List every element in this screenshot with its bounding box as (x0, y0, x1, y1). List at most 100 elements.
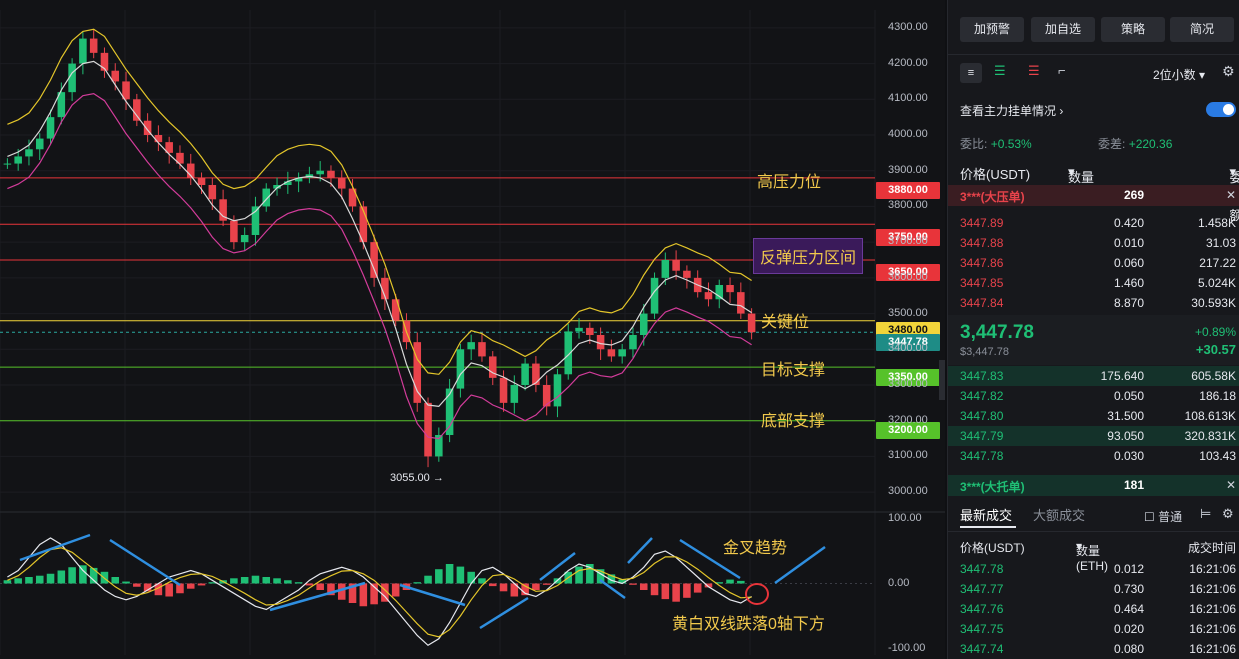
trades-col-time: 成交时间 (1187, 541, 1236, 555)
main-orders-toggle[interactable] (1206, 102, 1236, 117)
big-bid-row[interactable]: 3***(大托单) 181 ✕ (948, 475, 1239, 496)
settings-icon[interactable]: ⚙ (1222, 63, 1235, 80)
macd-tick-label: 100.00 (888, 511, 922, 524)
ask-price: 3447.86 (960, 256, 1004, 270)
big-ask-row[interactable]: 3***(大压单) 269 ✕ (948, 185, 1239, 206)
trade-row[interactable]: 3447.77 0.730 16:21:06 (948, 579, 1239, 599)
candle-body (553, 374, 562, 407)
macd-bar (68, 567, 76, 584)
ask-row[interactable]: 3447.84 8.870 30.593K (948, 293, 1239, 313)
upper-band (7, 28, 752, 375)
normal-checkbox[interactable]: ☐ 普通 (1144, 508, 1182, 525)
trade-row[interactable]: 3447.75 0.020 16:21:06 (948, 619, 1239, 639)
macd-bar (413, 582, 422, 584)
tab-latest-trades[interactable]: 最新成交 (960, 505, 1012, 524)
trade-row[interactable]: 3447.78 0.012 16:21:06 (948, 559, 1239, 579)
col-total[interactable]: 委托额 ▾ (1229, 164, 1239, 223)
last-price: 3,447.78 (960, 322, 1034, 343)
bid-row[interactable]: 3447.82 0.050 186.18 (948, 386, 1239, 406)
ask-price: 3447.85 (960, 276, 1004, 290)
macd-bar (661, 583, 670, 600)
resize-handle[interactable] (939, 360, 945, 400)
bid-row[interactable]: 3447.79 93.050 320.831K (948, 426, 1239, 446)
settings-icon[interactable]: ⚙ (1222, 506, 1234, 522)
trades-col-qty[interactable]: 数量(ETH) ▾ (1076, 539, 1108, 573)
ask-qty: 1.460 (1113, 276, 1144, 290)
ask-qty: 8.870 (1113, 296, 1144, 310)
candle-body (35, 138, 44, 150)
bid-row[interactable]: 3447.78 0.030 103.43 (948, 446, 1239, 466)
trade-qty: 0.020 (1113, 622, 1144, 636)
book-header: 价格(USDT) 数量 (ETH) ▾ 委托额 ▾ (948, 161, 1239, 223)
bid-row[interactable]: 3447.80 31.500 108.613K (948, 406, 1239, 426)
candle-body (532, 363, 540, 385)
candle-body (14, 156, 22, 164)
price-tick-label: 3200.00 (888, 413, 928, 426)
decimals-select[interactable]: 2位小数 ▾ (1153, 66, 1205, 83)
candle-body (510, 385, 519, 403)
layout-list-icon[interactable]: ☰ (994, 63, 1006, 79)
ask-row[interactable]: 3447.86 0.060 217.22 (948, 253, 1239, 273)
strategy-button[interactable]: 策略 (1101, 17, 1165, 42)
col-price: 价格(USDT) (960, 167, 1031, 182)
price-tick-label: 3500.00 (888, 306, 928, 319)
cross-marker-circle (745, 583, 769, 605)
candle-body (46, 117, 55, 139)
ask-row[interactable]: 3447.89 0.420 1.458K (948, 213, 1239, 233)
layout-asks-icon[interactable]: ☰ (1028, 63, 1040, 79)
lower-band (7, 92, 752, 440)
candle-body (737, 292, 745, 314)
price-tick-label: 3900.00 (888, 163, 928, 176)
low-marker: 3055.00 → (390, 472, 444, 484)
layout-both-icon[interactable]: ≡ (960, 63, 982, 83)
candle-body (586, 327, 594, 335)
divider (948, 54, 1239, 55)
bid-qty: 0.050 (1113, 389, 1144, 403)
candle-body (240, 235, 249, 243)
ask-row[interactable]: 3447.88 0.010 31.03 (948, 233, 1239, 253)
chart-area[interactable]: 高压力位 反弹压力区间 关键位 目标支撑 底部支撑 金叉趋势 黄白双线跌落0轴下… (0, 0, 945, 659)
change-pct: +0.89% (1194, 325, 1236, 339)
layout-bids-icon[interactable]: ⌐ (1058, 63, 1066, 78)
trend-arrow (109, 538, 181, 587)
trade-row[interactable]: 3447.76 0.464 16:21:06 (948, 599, 1239, 619)
trade-price: 3447.77 (960, 582, 1004, 596)
candle-body (154, 135, 163, 143)
tab-large-trades[interactable]: 大额成交 (1033, 505, 1085, 524)
filter-icon[interactable]: ⊨ (1200, 506, 1211, 522)
candle-body (629, 335, 637, 350)
macd-bar (305, 583, 314, 586)
tag-3880: 3880.00 (876, 182, 940, 199)
main-orders-label: 查看主力挂单情况 (960, 104, 1057, 118)
main-orders-link[interactable]: 查看主力挂单情况 › (960, 102, 1063, 119)
ask-price: 3447.84 (960, 296, 1004, 310)
bid-qty: 0.030 (1113, 449, 1144, 463)
bid-row[interactable]: 3447.83 175.640 605.58K (948, 366, 1239, 386)
macd-bar (435, 569, 443, 584)
macd-bar (639, 583, 648, 590)
ask-total: 31.03 (1205, 236, 1236, 250)
add-watchlist-button[interactable]: 加自选 (1031, 17, 1095, 42)
macd-bar (251, 575, 260, 584)
macd-bar (445, 564, 454, 584)
diff-value: +220.36 (1128, 137, 1173, 151)
macd-bar (532, 583, 540, 590)
candle-body (316, 170, 324, 175)
add-alert-button[interactable]: 加预警 (960, 17, 1024, 42)
candle-body (230, 220, 238, 243)
candle-body (704, 292, 713, 300)
overview-button[interactable]: 简况 (1170, 17, 1234, 42)
bid-total: 605.58K (1191, 369, 1236, 383)
bid-qty: 175.640 (1100, 369, 1144, 383)
macd-bar (726, 579, 734, 584)
col-qty[interactable]: 数量 (ETH) ▾ (1068, 164, 1103, 201)
trade-row[interactable]: 3447.74 0.080 16:21:06 (948, 639, 1239, 659)
macd-bar (57, 570, 66, 584)
macd-bar (629, 583, 637, 585)
candle-body (672, 260, 680, 271)
macd-bar (122, 581, 130, 584)
candle-body (456, 349, 465, 389)
close-icon[interactable]: ✕ (1226, 478, 1236, 492)
ask-row[interactable]: 3447.85 1.460 5.024K (948, 273, 1239, 293)
close-icon[interactable]: ✕ (1226, 188, 1236, 202)
